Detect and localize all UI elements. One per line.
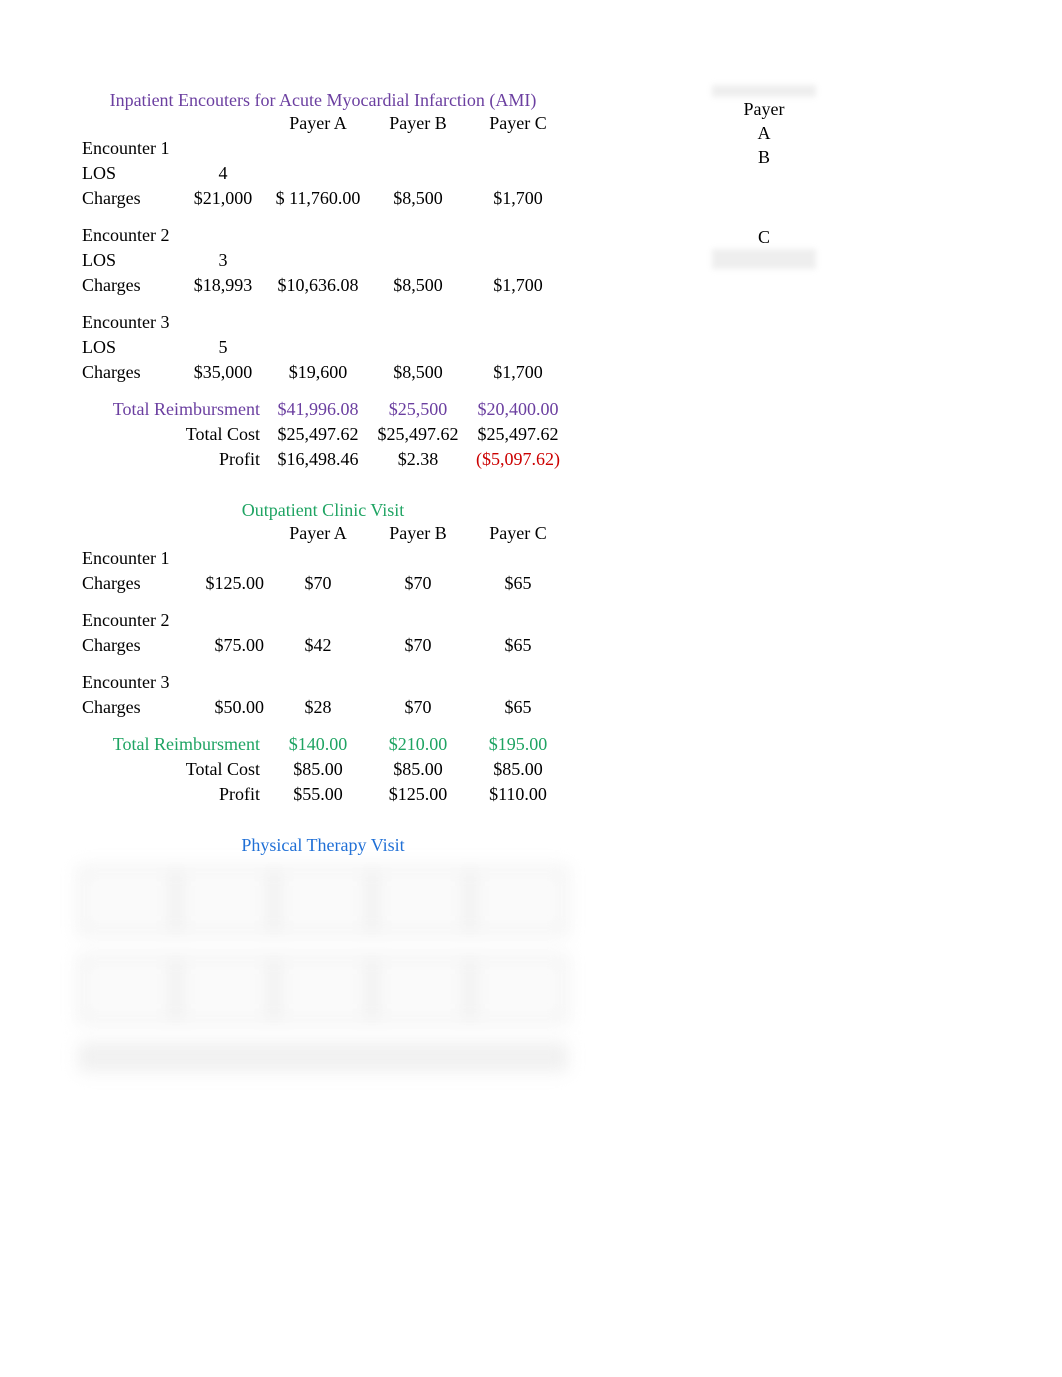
cell-a: $19,600 xyxy=(268,360,368,385)
total-cost-c: $25,497.62 xyxy=(468,422,568,447)
side-payer-a: A xyxy=(712,121,816,145)
encounter-name: Encounter 3 xyxy=(78,670,268,695)
charges-value: $35,000 xyxy=(178,360,268,385)
los-value: 5 xyxy=(178,335,268,360)
total-cost-a: $85.00 xyxy=(268,757,368,782)
cell-a: $ 11,760.00 xyxy=(268,186,368,211)
header-payer-a: Payer A xyxy=(268,521,368,546)
encounter-name: Encounter 1 xyxy=(78,136,268,161)
outpatient-title: Outpatient Clinic Visit xyxy=(78,500,568,521)
cell-c: $1,700 xyxy=(468,273,568,298)
outpatient-header-row: Payer A Payer B Payer C xyxy=(78,521,568,546)
profit-a: $55.00 xyxy=(268,782,368,807)
charges-value: $21,000 xyxy=(178,186,268,211)
profit-label: Profit xyxy=(78,782,268,807)
cell-c: $65 xyxy=(468,633,568,658)
total-cost-b: $85.00 xyxy=(368,757,468,782)
cell-b: $8,500 xyxy=(368,273,468,298)
encounter-name: Encounter 1 xyxy=(78,546,268,571)
profit-c: ($5,097.62) xyxy=(468,447,568,472)
charges-value: $18,993 xyxy=(178,273,268,298)
total-reimb-c: $20,400.00 xyxy=(468,397,568,422)
charges-label: Charges xyxy=(78,695,178,720)
inpatient-header-row: Payer A Payer B Payer C xyxy=(78,111,568,136)
profit-label: Profit xyxy=(78,447,268,472)
los-label: LOS xyxy=(78,335,178,360)
total-reimb-b: $25,500 xyxy=(368,397,468,422)
side-payer-b: B xyxy=(712,145,816,169)
cell-c: $1,700 xyxy=(468,186,568,211)
los-label: LOS xyxy=(78,161,178,186)
los-value: 4 xyxy=(178,161,268,186)
profit-c: $110.00 xyxy=(468,782,568,807)
cell-a: $70 xyxy=(268,571,368,596)
los-value: 3 xyxy=(178,248,268,273)
total-cost-b: $25,497.62 xyxy=(368,422,468,447)
pt-title: Physical Therapy Visit xyxy=(78,835,568,856)
side-payer-c: C xyxy=(712,225,816,249)
cell-c: $65 xyxy=(468,571,568,596)
side-payer-label: Payer xyxy=(712,97,816,121)
cell-a: $10,636.08 xyxy=(268,273,368,298)
profit-a: $16,498.46 xyxy=(268,447,368,472)
total-cost-c: $85.00 xyxy=(468,757,568,782)
profit-b: $2.38 xyxy=(368,447,468,472)
total-reimb-a: $140.00 xyxy=(268,732,368,757)
los-label: LOS xyxy=(78,248,178,273)
charges-label: Charges xyxy=(78,186,178,211)
charges-label: Charges xyxy=(78,571,178,596)
total-cost-label: Total Cost xyxy=(78,422,268,447)
total-cost-label: Total Cost xyxy=(78,757,268,782)
profit-b: $125.00 xyxy=(368,782,468,807)
total-reimb-a: $41,996.08 xyxy=(268,397,368,422)
side-payer-list: Payer A B C xyxy=(712,85,816,269)
inpatient-section: Inpatient Encouters for Acute Myocardial… xyxy=(78,90,568,472)
header-payer-a: Payer A xyxy=(268,111,368,136)
charges-value: $75.00 xyxy=(178,633,268,658)
cell-b: $70 xyxy=(368,571,468,596)
total-reimb-label: Total Reimbursment xyxy=(78,397,268,422)
inpatient-title: Inpatient Encouters for Acute Myocardial… xyxy=(78,90,568,111)
charges-value: $125.00 xyxy=(178,571,268,596)
charges-label: Charges xyxy=(78,273,178,298)
outpatient-section: Outpatient Clinic Visit Payer A Payer B … xyxy=(78,500,568,807)
total-reimb-label: Total Reimbursment xyxy=(78,732,268,757)
encounter-name: Encounter 3 xyxy=(78,310,268,335)
total-reimb-b: $210.00 xyxy=(368,732,468,757)
cell-c: $65 xyxy=(468,695,568,720)
header-payer-c: Payer C xyxy=(468,521,568,546)
cell-a: $42 xyxy=(268,633,368,658)
cell-b: $8,500 xyxy=(368,186,468,211)
encounter-name: Encounter 2 xyxy=(78,608,268,633)
header-payer-b: Payer B xyxy=(368,111,468,136)
header-payer-c: Payer C xyxy=(468,111,568,136)
cell-a: $28 xyxy=(268,695,368,720)
charges-label: Charges xyxy=(78,633,178,658)
cell-c: $1,700 xyxy=(468,360,568,385)
cell-b: $70 xyxy=(368,633,468,658)
charges-label: Charges xyxy=(78,360,178,385)
encounter-name: Encounter 2 xyxy=(78,223,268,248)
header-payer-b: Payer B xyxy=(368,521,468,546)
blurred-content xyxy=(78,866,568,1072)
total-reimb-c: $195.00 xyxy=(468,732,568,757)
charges-value: $50.00 xyxy=(178,695,268,720)
total-cost-a: $25,497.62 xyxy=(268,422,368,447)
cell-b: $70 xyxy=(368,695,468,720)
pt-section: Physical Therapy Visit xyxy=(78,835,568,856)
cell-b: $8,500 xyxy=(368,360,468,385)
